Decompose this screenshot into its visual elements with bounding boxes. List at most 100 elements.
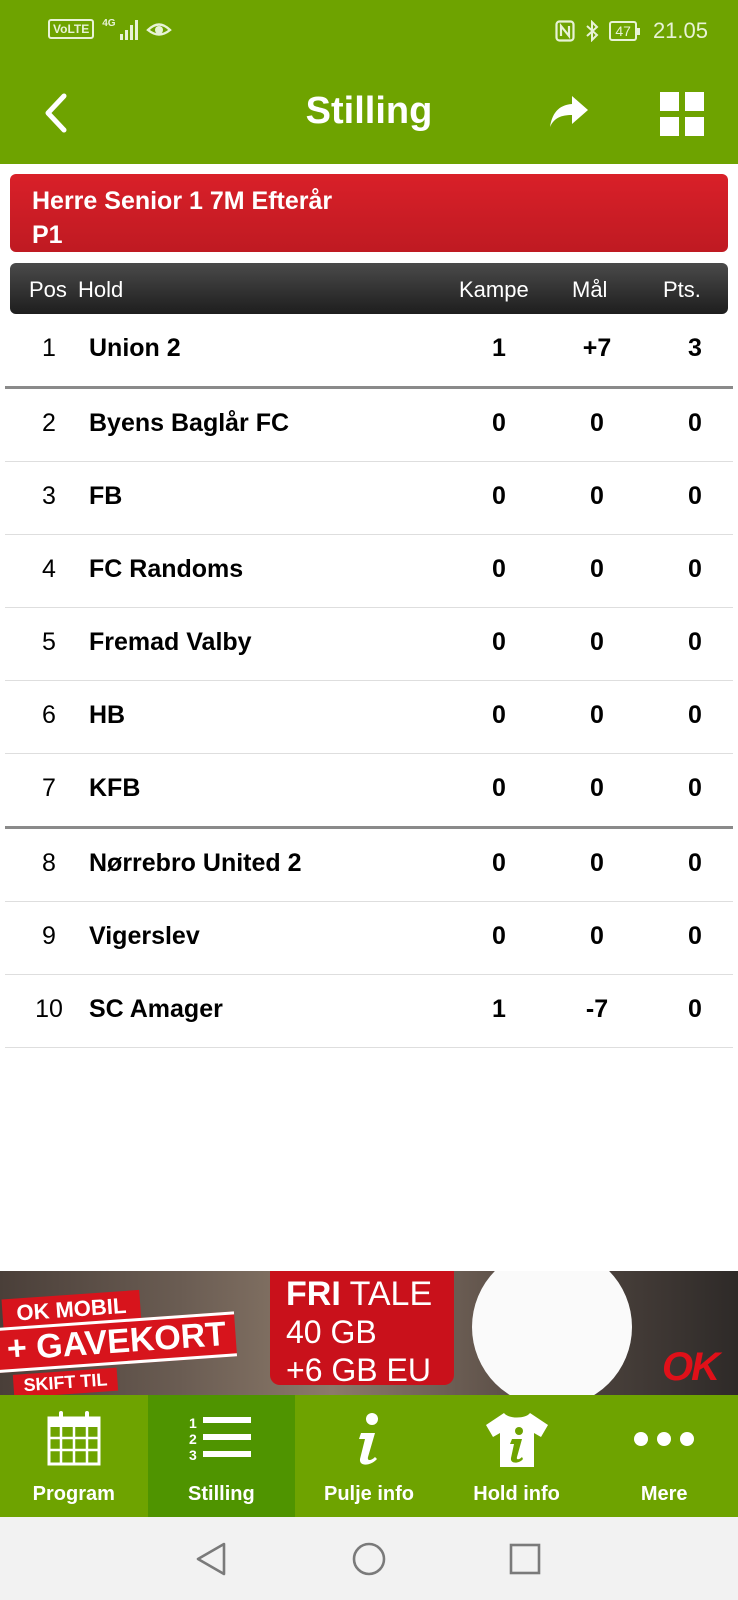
row-matches: 0 bbox=[492, 555, 506, 583]
ad-ribbon: OK MOBIL + GAVEKORT SKIFT TIL bbox=[0, 1280, 259, 1395]
row-matches: 0 bbox=[492, 922, 506, 950]
standings-table: 1 Union 2 1 +7 3 2 Byens Baglår FC 0 0 0… bbox=[5, 314, 733, 1048]
row-goals: 0 bbox=[590, 482, 604, 510]
ad-ribbon-bottom: SKIFT TIL bbox=[12, 1367, 119, 1395]
pool-title: Herre Senior 1 7M Efterår bbox=[32, 187, 333, 215]
row-position: 10 bbox=[35, 995, 63, 1023]
row-matches: 1 bbox=[492, 334, 506, 362]
svg-text:3: 3 bbox=[189, 1447, 197, 1463]
bottom-nav: Program 1 2 3 Stilling Pulje info Hold i… bbox=[0, 1395, 738, 1517]
tab-stilling[interactable]: 1 2 3 Stilling bbox=[147, 1395, 296, 1517]
ad-offer: FRI TALE 40 GB +6 GB EU bbox=[286, 1275, 432, 1389]
status-bar: VoLTE 4G 47 21.05 bbox=[0, 0, 738, 62]
ad-line2: 40 GB bbox=[286, 1314, 377, 1350]
tab-program[interactable]: Program bbox=[0, 1395, 148, 1517]
row-team: FC Randoms bbox=[89, 555, 244, 583]
eye-icon bbox=[145, 23, 172, 36]
row-position: 2 bbox=[42, 409, 56, 437]
calendar-icon bbox=[47, 1411, 101, 1466]
row-goals: 0 bbox=[590, 409, 604, 437]
more-dots-icon bbox=[634, 1432, 695, 1446]
table-row[interactable]: 7 KFB 0 0 0 bbox=[5, 754, 733, 829]
table-row[interactable]: 8 Nørrebro United 2 0 0 0 bbox=[5, 829, 733, 902]
row-points: 0 bbox=[688, 922, 702, 950]
row-points: 0 bbox=[688, 555, 702, 583]
col-matches-header: Kampe bbox=[459, 277, 529, 302]
row-goals: 0 bbox=[590, 774, 604, 802]
ranked-list-icon: 1 2 3 bbox=[189, 1415, 252, 1463]
ad-line1-bold: FRI bbox=[286, 1275, 341, 1313]
ad-white-circle bbox=[472, 1271, 632, 1395]
tab-label: Program bbox=[32, 1483, 115, 1505]
row-points: 0 bbox=[688, 774, 702, 802]
clock: 21.05 bbox=[652, 18, 708, 43]
row-position: 5 bbox=[42, 628, 56, 656]
row-position: 4 bbox=[42, 555, 56, 583]
row-points: 0 bbox=[688, 409, 702, 437]
nav-back-icon[interactable] bbox=[194, 1541, 228, 1577]
row-position: 6 bbox=[42, 701, 56, 729]
table-row[interactable]: 5 Fremad Valby 0 0 0 bbox=[5, 608, 733, 681]
table-row[interactable]: 1 Union 2 1 +7 3 bbox=[5, 314, 733, 389]
table-row[interactable]: 9 Vigerslev 0 0 0 bbox=[5, 902, 733, 975]
row-points: 0 bbox=[688, 995, 702, 1023]
ok-logo: OK bbox=[662, 1345, 720, 1389]
row-team: Byens Baglår FC bbox=[89, 409, 290, 437]
row-position: 8 bbox=[42, 849, 56, 877]
row-team: HB bbox=[89, 701, 126, 729]
system-nav-bar bbox=[0, 1517, 738, 1600]
pool-header: Herre Senior 1 7M Efterår P1 bbox=[10, 174, 728, 252]
col-goals-header: Mål bbox=[572, 277, 608, 302]
table-row[interactable]: 2 Byens Baglår FC 0 0 0 bbox=[5, 389, 733, 462]
col-points-header: Pts. bbox=[663, 277, 701, 302]
tab-hold-info[interactable]: Hold info bbox=[443, 1395, 591, 1517]
table-row[interactable]: 3 FB 0 0 0 bbox=[5, 462, 733, 535]
table-row[interactable]: 4 FC Randoms 0 0 0 bbox=[5, 535, 733, 608]
row-matches: 0 bbox=[492, 628, 506, 656]
row-matches: 0 bbox=[492, 701, 506, 729]
table-row[interactable]: 6 HB 0 0 0 bbox=[5, 681, 733, 754]
row-team: KFB bbox=[89, 774, 141, 802]
row-position: 1 bbox=[42, 334, 56, 362]
tab-pulje-info[interactable]: Pulje info bbox=[295, 1395, 443, 1517]
tab-label: Hold info bbox=[473, 1483, 560, 1505]
tab-label: Stilling bbox=[188, 1483, 255, 1505]
svg-text:1: 1 bbox=[189, 1415, 197, 1431]
nav-home-icon[interactable] bbox=[351, 1541, 387, 1577]
nfc-icon bbox=[555, 20, 575, 42]
nav-recents-icon[interactable] bbox=[509, 1543, 541, 1575]
tab-label: Mere bbox=[640, 1483, 688, 1505]
row-goals: 0 bbox=[590, 922, 604, 950]
info-icon bbox=[358, 1413, 378, 1465]
row-goals: 0 bbox=[590, 849, 604, 877]
row-team: Vigerslev bbox=[89, 922, 200, 950]
ad-line1-rest: TALE bbox=[340, 1275, 433, 1313]
row-points: 0 bbox=[688, 482, 702, 510]
table-row[interactable]: 10 SC Amager 1 -7 0 bbox=[5, 975, 733, 1048]
row-goals: 0 bbox=[590, 701, 604, 729]
ad-banner[interactable]: OK MOBIL + GAVEKORT SKIFT TIL FRI TALE 4… bbox=[0, 1271, 738, 1395]
row-position: 7 bbox=[42, 774, 56, 802]
bluetooth-icon bbox=[586, 20, 599, 42]
status-left: VoLTE 4G bbox=[48, 18, 172, 40]
col-team-header: Hold bbox=[78, 277, 124, 302]
row-points: 3 bbox=[688, 334, 702, 362]
grid-menu-icon[interactable] bbox=[660, 92, 704, 136]
share-icon[interactable] bbox=[548, 94, 590, 130]
app-bar: Stilling bbox=[0, 62, 738, 164]
row-matches: 0 bbox=[492, 482, 506, 510]
battery-icon: 47 bbox=[609, 21, 640, 41]
row-team: Union 2 bbox=[89, 334, 181, 362]
ad-line3: +6 GB EU bbox=[286, 1352, 431, 1388]
volte-indicator: VoLTE bbox=[48, 19, 95, 39]
svg-text:2: 2 bbox=[189, 1431, 197, 1447]
row-team: FB bbox=[89, 482, 123, 510]
standings-header: Pos Hold Kampe Mål Pts. bbox=[10, 263, 728, 314]
shirt-info-icon bbox=[485, 1413, 548, 1467]
row-goals: 0 bbox=[590, 628, 604, 656]
row-goals: +7 bbox=[582, 334, 612, 362]
row-points: 0 bbox=[688, 701, 702, 729]
row-matches: 0 bbox=[492, 849, 506, 877]
tab-mere[interactable]: Mere bbox=[590, 1395, 738, 1517]
network-type: 4G bbox=[102, 18, 116, 29]
